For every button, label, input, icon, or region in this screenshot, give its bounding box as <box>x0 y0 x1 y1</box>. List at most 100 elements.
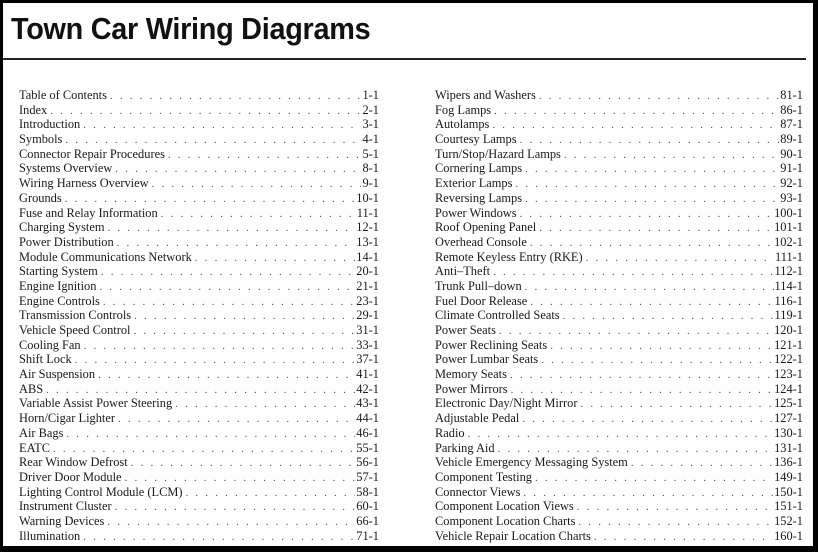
toc-entry[interactable]: Anti–Theft 112-1 <box>435 264 803 279</box>
toc-entry[interactable]: Starting System 20-1 <box>19 264 379 279</box>
toc-entry[interactable]: Fuel Door Release 116-1 <box>435 294 803 309</box>
toc-entry[interactable]: Systems Overview 8-1 <box>19 161 379 176</box>
toc-entry[interactable]: Power Seats 120-1 <box>435 323 803 338</box>
toc-entry[interactable]: Cooling Fan 33-1 <box>19 338 379 353</box>
toc-entry[interactable]: Module Communications Network 14-1 <box>19 250 379 265</box>
dot-leader <box>66 427 355 442</box>
toc-entry-label: Rear Window Defrost <box>19 455 128 470</box>
toc-entry-label: Grounds <box>19 190 62 205</box>
toc-entry-label: Lighting Control Module (LCM) <box>19 484 183 499</box>
toc-entry-page: 152-1 <box>774 513 803 528</box>
toc-entry[interactable]: Table of Contents 1-1 <box>19 88 379 103</box>
toc-entry-page: 121-1 <box>774 337 803 352</box>
dot-leader <box>168 148 362 163</box>
toc-entry[interactable]: Wiring Harness Overview 9-1 <box>19 176 379 191</box>
toc-entry[interactable]: Connector Views 150-1 <box>435 485 803 500</box>
toc-entry[interactable]: Index 2-1 <box>19 103 379 118</box>
toc-entry[interactable]: Horn/Cigar Lighter 44-1 <box>19 411 379 426</box>
toc-entry[interactable]: EATC 55-1 <box>19 441 379 456</box>
toc-entry[interactable]: Reversing Lamps 93-1 <box>435 191 803 206</box>
toc-entry[interactable]: Variable Assist Power Steering 43-1 <box>19 396 379 411</box>
toc-entry[interactable]: Warning Devices 66-1 <box>19 514 379 529</box>
toc-entry[interactable]: Vehicle Emergency Messaging System 136-1 <box>435 455 803 470</box>
toc-entry[interactable]: Transmission Controls 29-1 <box>19 308 379 323</box>
dot-leader <box>492 118 779 133</box>
toc-entry[interactable]: Charging System 12-1 <box>19 220 379 235</box>
toc-entry[interactable]: Power Windows 100-1 <box>435 206 803 221</box>
toc-entry[interactable]: Power Reclining Seats 121-1 <box>435 338 803 353</box>
toc-entry[interactable]: Connector Repair Procedures 5-1 <box>19 147 379 162</box>
toc-entry[interactable]: Power Mirrors 124-1 <box>435 382 803 397</box>
toc-entry[interactable]: Wipers and Washers 81-1 <box>435 88 803 103</box>
dot-leader <box>530 295 773 310</box>
toc-entry[interactable]: Illumination 71-1 <box>19 529 379 544</box>
toc-entry[interactable]: Component Location Charts 152-1 <box>435 514 803 529</box>
toc-entry[interactable]: Parking Aid 131-1 <box>435 441 803 456</box>
toc-entry[interactable]: Cornering Lamps 91-1 <box>435 161 803 176</box>
toc-entry[interactable]: Air Bags 46-1 <box>19 426 379 441</box>
toc-entry-page: 33-1 <box>356 337 379 352</box>
toc-entry[interactable]: Engine Ignition 21-1 <box>19 279 379 294</box>
toc-entry[interactable]: Fuse and Relay Information 11-1 <box>19 206 379 221</box>
toc-entry[interactable]: Trunk Pull–down 114-1 <box>435 279 803 294</box>
toc-entry[interactable]: Air Suspension 41-1 <box>19 367 379 382</box>
dot-leader <box>99 280 355 295</box>
toc-entry[interactable]: Turn/Stop/Hazard Lamps 90-1 <box>435 147 803 162</box>
toc-entry-page: 160-1 <box>774 528 803 543</box>
toc-entry-label: Engine Controls <box>19 293 100 308</box>
toc-entry[interactable]: Remote Keyless Entry (RKE) 111-1 <box>435 250 803 265</box>
dot-leader <box>539 221 773 236</box>
toc-entry[interactable]: Vehicle Repair Location Charts 160-1 <box>435 529 803 544</box>
toc-entry-label: Engine Ignition <box>19 278 97 293</box>
toc-entry[interactable]: Radio 130-1 <box>435 426 803 441</box>
toc-entry-label: Memory Seats <box>435 367 507 382</box>
toc-entry-page: 101-1 <box>774 220 803 235</box>
toc-entry[interactable]: Engine Controls 23-1 <box>19 294 379 309</box>
toc-entry-label: Connector Repair Procedures <box>19 146 165 161</box>
dot-leader <box>110 89 362 104</box>
toc-entry[interactable]: Component Testing 149-1 <box>435 470 803 485</box>
toc-entry[interactable]: Vehicle Speed Control 31-1 <box>19 323 379 338</box>
toc-entry-label: Transmission Controls <box>19 308 132 323</box>
toc-entry[interactable]: ABS 42-1 <box>19 382 379 397</box>
dot-leader <box>550 339 773 354</box>
toc-entry[interactable]: Electronic Day/Night Mirror 125-1 <box>435 396 803 411</box>
toc-entry[interactable]: Lighting Control Module (LCM) 58-1 <box>19 485 379 500</box>
toc-entry[interactable]: Memory Seats 123-1 <box>435 367 803 382</box>
dot-leader <box>115 162 361 177</box>
toc-entry-label: Anti–Theft <box>435 264 491 279</box>
dot-leader <box>511 383 773 398</box>
toc-entry[interactable]: Rear Window Defrost 56-1 <box>19 455 379 470</box>
dot-leader <box>125 471 356 486</box>
toc-entry[interactable]: Exterior Lamps 92-1 <box>435 176 803 191</box>
toc-entry[interactable]: Driver Door Module 57-1 <box>19 470 379 485</box>
toc-entry[interactable]: Autolamps 87-1 <box>435 117 803 132</box>
toc-entry[interactable]: Introduction 3-1 <box>19 117 379 132</box>
toc-entry-label: Connector Views <box>435 484 521 499</box>
toc-entry[interactable]: Overhead Console 102-1 <box>435 235 803 250</box>
dot-leader <box>84 339 356 354</box>
toc-entry[interactable]: Power Distribution 13-1 <box>19 235 379 250</box>
toc-entry-page: 1-1 <box>362 88 379 102</box>
toc-entry[interactable]: Symbols 4-1 <box>19 132 379 147</box>
toc-entry-label: Remote Keyless Entry (RKE) <box>435 249 583 264</box>
dot-leader <box>541 353 773 368</box>
dot-leader <box>152 177 362 192</box>
toc-entry[interactable]: Courtesy Lamps 89-1 <box>435 132 803 147</box>
toc-entry-label: Electronic Day/Night Mirror <box>435 396 578 411</box>
dot-leader <box>107 515 355 530</box>
toc-entry[interactable]: Power Lumbar Seats 122-1 <box>435 352 803 367</box>
dot-leader <box>594 530 773 545</box>
toc-entry-label: Table of Contents <box>19 88 107 102</box>
toc-entry[interactable]: Grounds 10-1 <box>19 191 379 206</box>
toc-entry[interactable]: Component Location Views 151-1 <box>435 499 803 514</box>
toc-entry[interactable]: Shift Lock 37-1 <box>19 352 379 367</box>
toc-entry[interactable]: Adjustable Pedal 127-1 <box>435 411 803 426</box>
toc-entry-page: 122-1 <box>774 352 803 367</box>
toc-entry-page: 5-1 <box>362 146 379 161</box>
toc-entry[interactable]: Instrument Cluster 60-1 <box>19 499 379 514</box>
toc-entry[interactable]: Fog Lamps 86-1 <box>435 103 803 118</box>
toc-entry-label: Vehicle Speed Control <box>19 323 131 337</box>
toc-entry[interactable]: Roof Opening Panel 101-1 <box>435 220 803 235</box>
toc-entry[interactable]: Climate Controlled Seats 119-1 <box>435 308 803 323</box>
